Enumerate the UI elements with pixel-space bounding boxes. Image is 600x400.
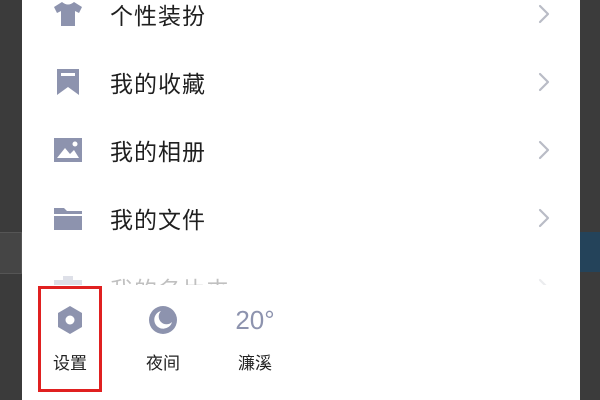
menu-item-favorites[interactable]: 我的收藏 bbox=[22, 48, 580, 116]
background-app-element bbox=[580, 232, 600, 272]
menu-item-album[interactable]: 我的相册 bbox=[22, 116, 580, 184]
weather-widget[interactable]: 20° 濂溪 bbox=[220, 303, 290, 383]
tshirt-icon bbox=[52, 0, 84, 30]
image-icon bbox=[52, 134, 84, 166]
menu-item-label: 我的文件 bbox=[110, 208, 206, 234]
bookmark-icon bbox=[52, 66, 84, 98]
menu-item-personalize[interactable]: 个性装扮 bbox=[22, 0, 580, 48]
menu-item-label: 我的相册 bbox=[110, 140, 206, 166]
drawer-bottom-bar: 设置 夜间 20° 濂溪 bbox=[22, 285, 580, 400]
menu-item-label: 个性装扮 bbox=[110, 4, 206, 30]
menu-item-label: 我的收藏 bbox=[110, 72, 206, 98]
side-drawer-panel: 个性装扮 我的收藏 我的相册 我的文件 设置 夜间 20° 濂溪 bbox=[22, 0, 580, 400]
chevron-right-icon bbox=[538, 72, 550, 92]
weather-city: 濂溪 bbox=[238, 354, 272, 374]
night-mode-button[interactable]: 夜间 bbox=[128, 303, 198, 383]
background-app-element bbox=[0, 232, 22, 274]
chevron-right-icon bbox=[538, 208, 550, 228]
night-mode-label: 夜间 bbox=[146, 354, 180, 374]
highlight-box bbox=[38, 286, 102, 392]
chevron-right-icon bbox=[538, 140, 550, 160]
menu-item-files[interactable]: 我的文件 bbox=[22, 184, 580, 252]
chevron-right-icon bbox=[538, 4, 550, 24]
moon-icon bbox=[146, 303, 180, 337]
folder-icon bbox=[52, 202, 84, 234]
weather-temperature: 20° bbox=[235, 305, 275, 335]
